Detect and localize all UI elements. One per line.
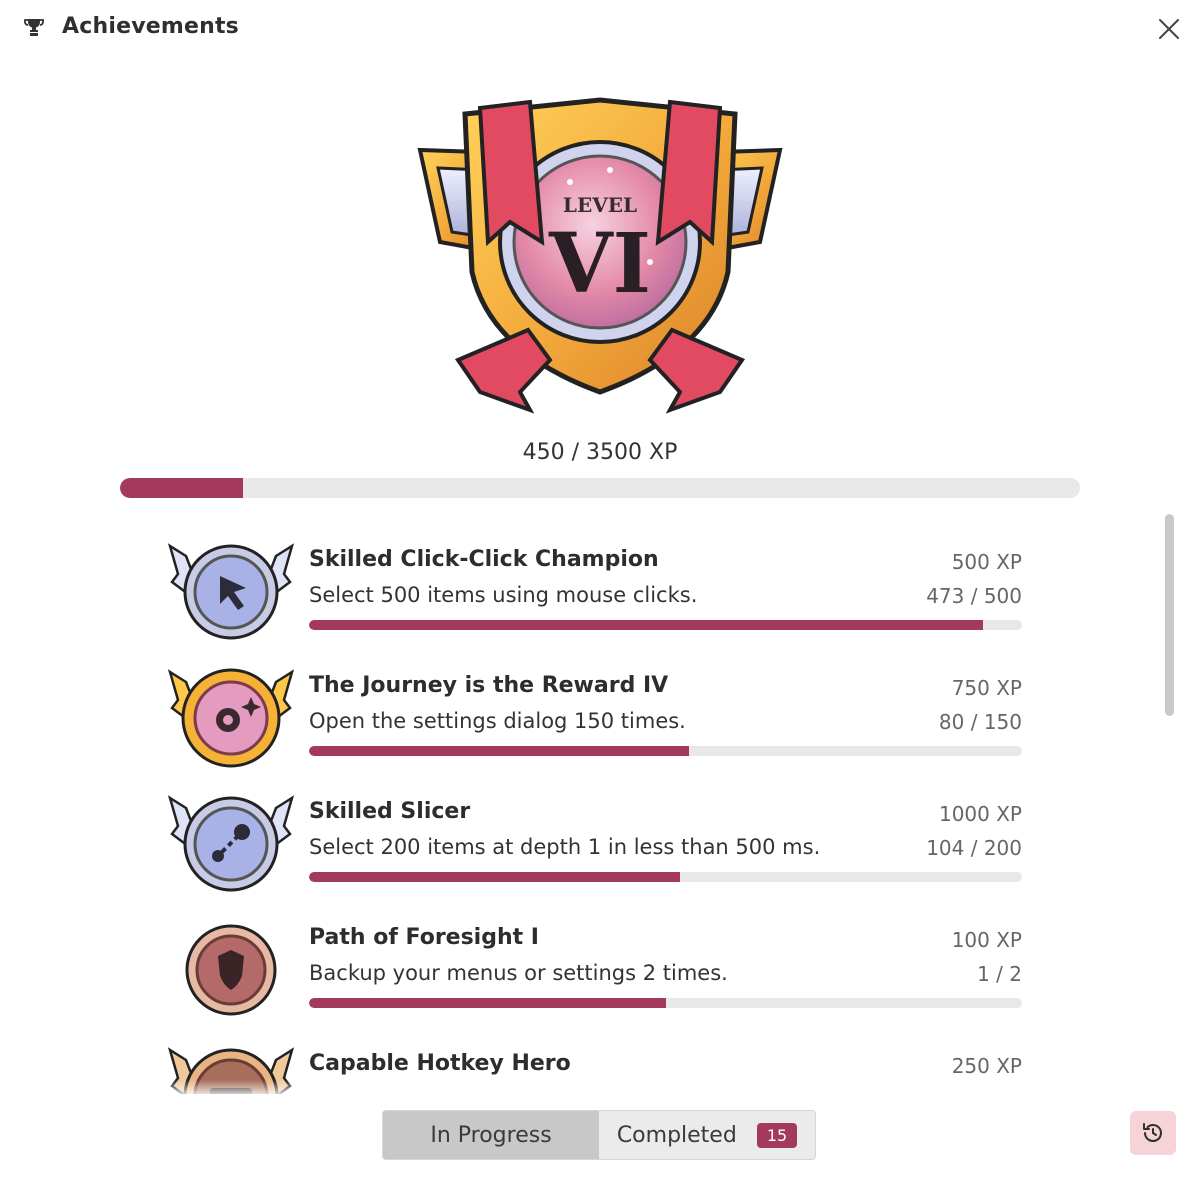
achievement-progress-bar [309, 872, 1022, 882]
achievement-item: The Journey is the Reward IV Open the se… [150, 652, 1050, 778]
tab-completed-label: Completed [616, 1122, 737, 1148]
title-bar: Achievements [0, 0, 1200, 58]
badge-level-label: LEVEL [563, 193, 637, 217]
silver-slice-medal-icon [168, 795, 294, 892]
gold-gear-medal-icon [168, 668, 294, 768]
achievement-progress-fill [309, 872, 680, 882]
achievement-name: Path of Foresight I [309, 925, 539, 950]
achievement-progress-fill [309, 620, 984, 630]
achievement-description: Select 500 items using mouse clicks. [309, 583, 698, 607]
achievement-xp: 750 XP [951, 676, 1022, 700]
achievement-tabs: In Progress Completed 15 [382, 1110, 816, 1160]
achievement-name: Capable Hotkey Hero [309, 1051, 571, 1076]
scrollbar-thumb[interactable] [1165, 514, 1174, 716]
achievement-progress-bar [309, 746, 1022, 756]
achievement-progress-fill [309, 746, 690, 756]
list-fade-overlay [150, 1080, 1050, 1098]
achievement-name: The Journey is the Reward IV [309, 673, 669, 698]
reset-button[interactable] [1130, 1111, 1176, 1155]
level-progress-fill [120, 478, 244, 498]
achievement-progress-bar [309, 998, 1022, 1008]
achievement-name: Skilled Slicer [309, 799, 471, 824]
achievement-progress-text: 80 / 150 [938, 710, 1022, 734]
achievement-xp: 500 XP [951, 550, 1022, 574]
achievement-progress-text: 1 / 2 [977, 962, 1022, 986]
silver-cursor-medal-icon [168, 543, 294, 640]
history-reset-icon [1143, 1123, 1162, 1142]
completed-count-badge: 15 [756, 1122, 798, 1148]
tab-in-progress-label: In Progress [430, 1122, 552, 1148]
achievement-description: Backup your menus or settings 2 times. [309, 961, 728, 985]
achievement-progress-text: 104 / 200 [926, 836, 1022, 860]
achievement-description: Select 200 items at depth 1 in less than… [309, 835, 821, 859]
achievement-item: Path of Foresight I Backup your menus or… [150, 904, 1050, 1030]
achievement-progress-bar [309, 620, 1022, 630]
achievement-progress-fill [309, 998, 666, 1008]
level-progress-bar [120, 478, 1080, 498]
list-scrollbar[interactable] [1165, 514, 1174, 1086]
achievement-xp: 100 XP [951, 928, 1022, 952]
tab-completed[interactable]: Completed 15 [599, 1111, 815, 1159]
tab-in-progress[interactable]: In Progress [383, 1111, 599, 1159]
achievement-item: Skilled Click-Click Champion Select 500 … [150, 526, 1050, 652]
achievement-progress-text: 473 / 500 [926, 584, 1022, 608]
trophy-icon [24, 19, 44, 36]
achievement-item: Skilled Slicer Select 200 items at depth… [150, 778, 1050, 904]
level-xp-text: 450 / 3500 XP [522, 440, 678, 465]
level-badge-icon: LEVEL VI [417, 97, 783, 414]
achievement-xp: 250 XP [951, 1054, 1022, 1078]
achievement-name: Skilled Click-Click Champion [309, 547, 659, 572]
window-title: Achievements [62, 14, 239, 39]
achievement-description: Open the settings dialog 150 times. [309, 709, 686, 733]
achievement-list[interactable]: Skilled Click-Click Champion Select 500 … [150, 526, 1050, 1094]
bronze-shield-medal-icon [185, 924, 277, 1016]
badge-numeral: VI [548, 216, 651, 312]
close-icon[interactable] [1154, 14, 1184, 44]
achievement-xp: 1000 XP [938, 802, 1022, 826]
